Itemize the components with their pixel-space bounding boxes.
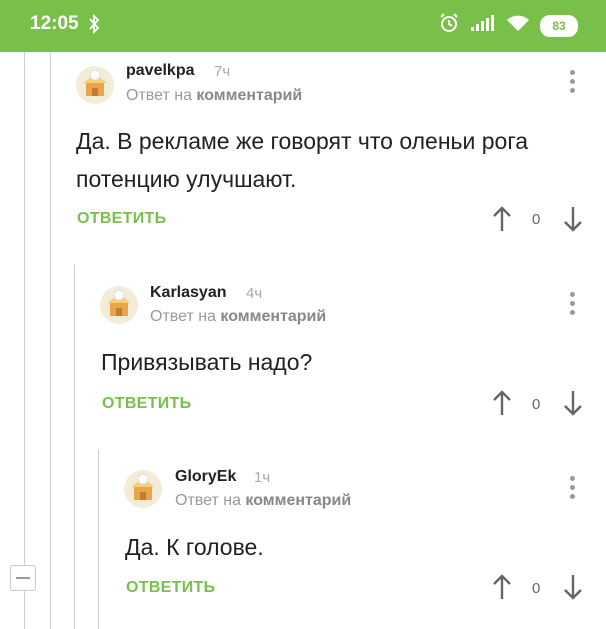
comment-rating: 0 — [532, 211, 541, 228]
comment-text-line: Да. К голове. — [125, 534, 264, 560]
comment-text-line: потенцию улучшают. — [76, 166, 297, 192]
wifi-icon — [506, 14, 530, 37]
more-options-icon[interactable] — [570, 292, 576, 319]
status-time: 12:05 — [30, 13, 79, 34]
comment-text: Привязывать надо? — [101, 343, 581, 381]
reply-to-label: Ответ на комментарий — [126, 87, 302, 105]
reply-button[interactable]: ОТВЕТИТЬ — [102, 395, 191, 413]
comment-time: 4ч — [246, 285, 263, 302]
thread-line — [74, 265, 75, 629]
comment-author[interactable]: pavelkpa — [126, 62, 194, 80]
battery-icon: 83 — [540, 14, 578, 37]
reply-target-link[interactable]: комментарий — [196, 87, 302, 104]
reply-button[interactable]: ОТВЕТИТЬ — [77, 210, 166, 228]
upvote-arrow-icon[interactable] — [492, 206, 512, 237]
downvote-arrow-icon[interactable] — [563, 390, 583, 421]
comment-author[interactable]: GloryEk — [175, 468, 236, 486]
reply-to-label: Ответ на комментарий — [175, 492, 351, 510]
reply-target-link[interactable]: комментарий — [245, 492, 351, 509]
thread-line — [24, 600, 25, 629]
upvote-arrow-icon[interactable] — [492, 390, 512, 421]
comment-text-line: Привязывать надо? — [101, 349, 313, 375]
thread-line — [98, 450, 99, 629]
reply-prefix: Ответ на — [126, 87, 192, 104]
comment-author[interactable]: Karlasyan — [150, 284, 227, 302]
more-options-icon[interactable] — [570, 70, 576, 97]
comment-rating: 0 — [532, 580, 541, 597]
signal-icon — [470, 14, 496, 37]
status-bar: 12:05 83 — [0, 0, 606, 52]
comment-text: Да. К голове. — [125, 528, 575, 566]
upvote-arrow-icon[interactable] — [492, 574, 512, 605]
comment-rating: 0 — [532, 396, 541, 413]
collapse-thread-button[interactable] — [10, 565, 36, 591]
avatar[interactable] — [100, 286, 138, 324]
downvote-arrow-icon[interactable] — [563, 574, 583, 605]
more-options-icon[interactable] — [570, 476, 576, 503]
reply-to-label: Ответ на комментарий — [150, 308, 326, 326]
reply-button[interactable]: ОТВЕТИТЬ — [126, 579, 215, 597]
avatar[interactable] — [76, 66, 114, 104]
comment-text: Да. В рекламе же говорят что оленьи рога… — [76, 122, 586, 198]
bluetooth-icon — [88, 13, 100, 39]
comment-time: 7ч — [214, 63, 231, 80]
comment-text-line: Да. В рекламе же говорят что оленьи рога — [76, 128, 529, 154]
comment-time: 1ч — [254, 469, 271, 486]
thread-line — [24, 52, 25, 617]
reply-prefix: Ответ на — [150, 308, 216, 325]
downvote-arrow-icon[interactable] — [563, 206, 583, 237]
thread-line — [50, 52, 51, 629]
reply-prefix: Ответ на — [175, 492, 241, 509]
reply-target-link[interactable]: комментарий — [220, 308, 326, 325]
alarm-icon — [438, 12, 460, 39]
avatar[interactable] — [124, 470, 162, 508]
